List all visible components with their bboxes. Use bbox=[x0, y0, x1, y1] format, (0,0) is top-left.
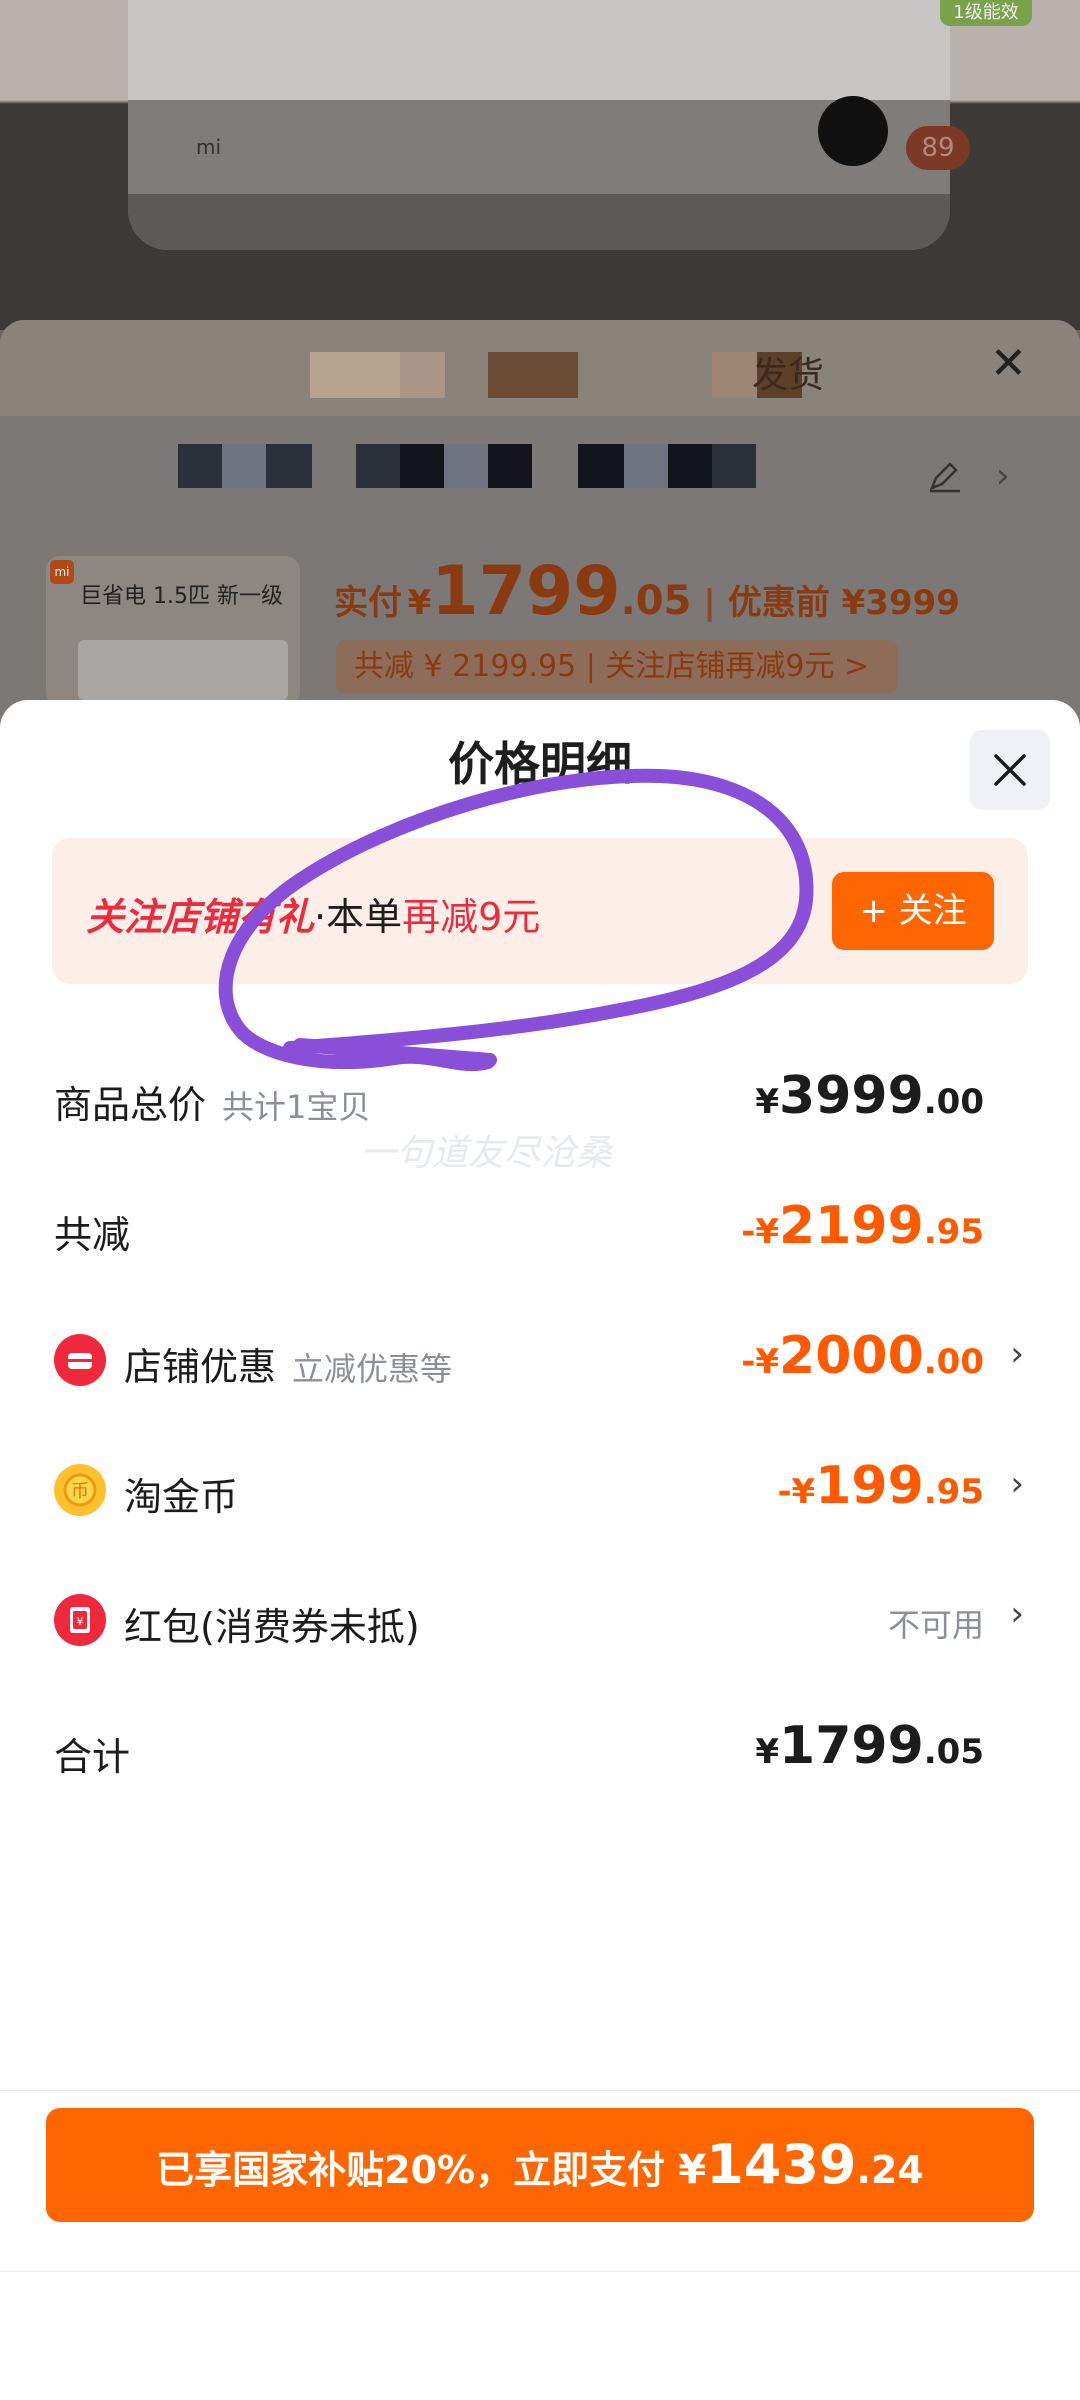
pay-now-button[interactable]: 已享国家补贴20%，立即支付 ¥1439.24 bbox=[46, 2108, 1034, 2222]
hand-drawn-annotation bbox=[218, 768, 814, 1072]
